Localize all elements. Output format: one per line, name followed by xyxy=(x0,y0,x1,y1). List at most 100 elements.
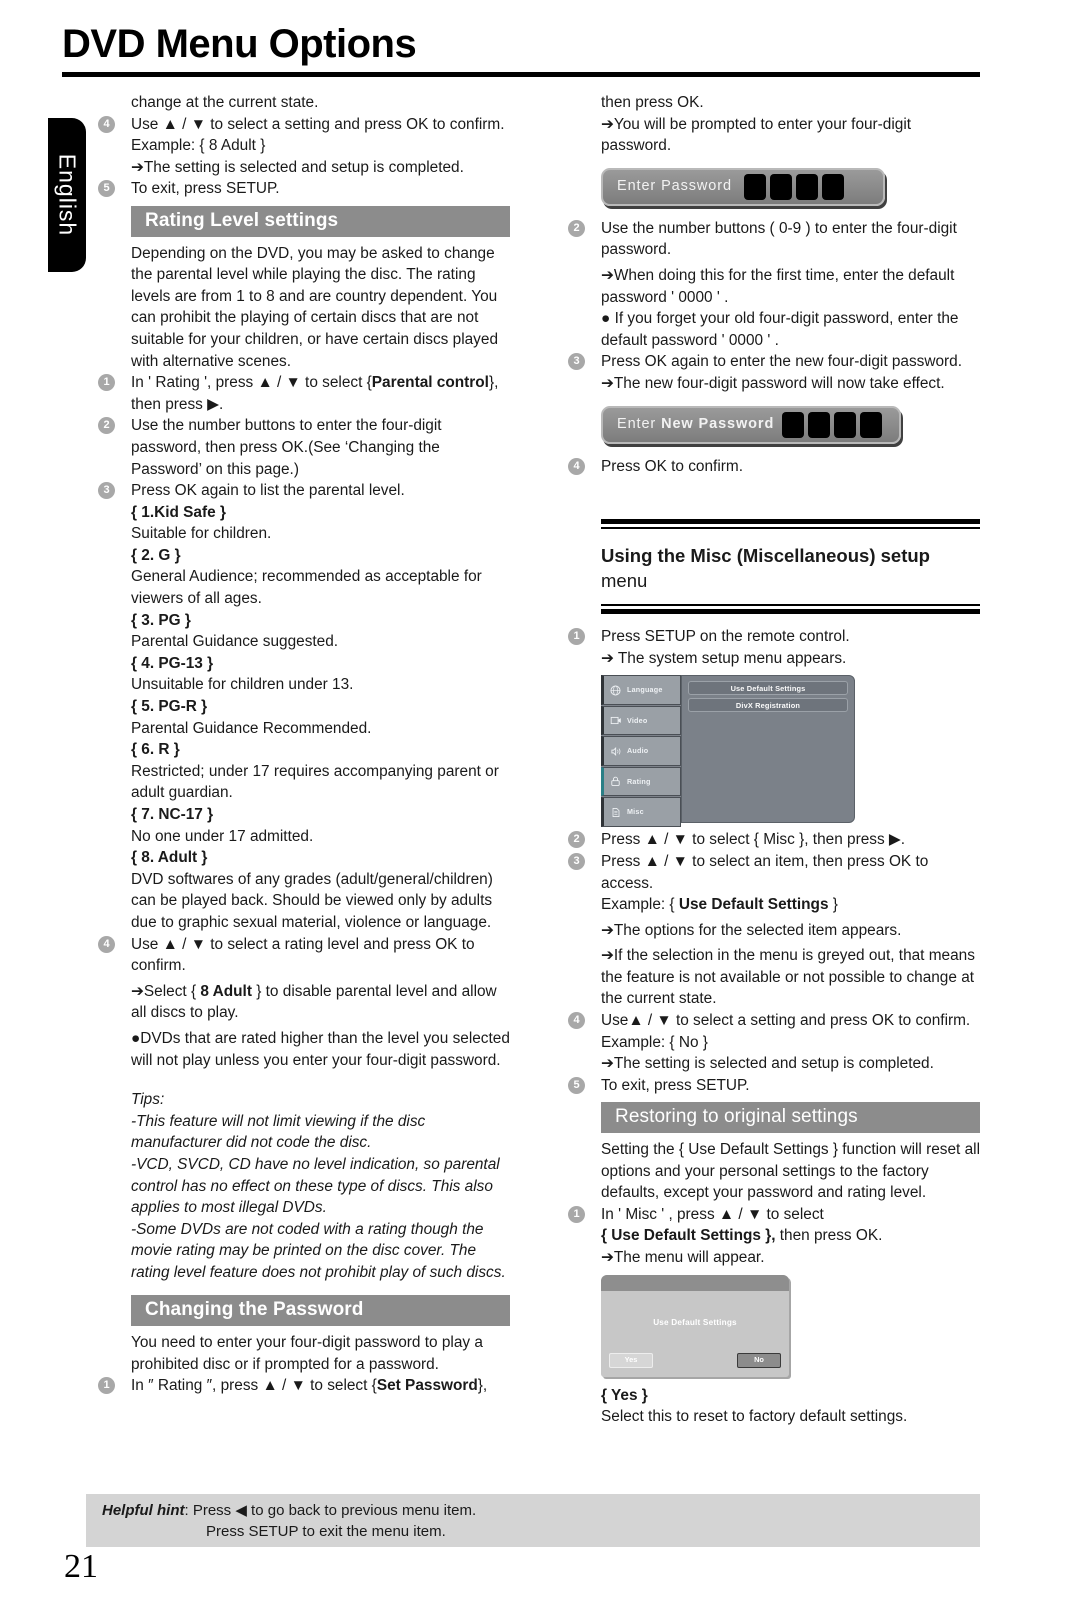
password-step-3: 3 Press OK again to enter the new four-d… xyxy=(568,351,980,373)
dvd-menu-item-misc[interactable]: Misc xyxy=(601,797,681,827)
password-step-2: 2 Use the number buttons ( 0-9 ) to ente… xyxy=(568,218,980,261)
helpful-hint-box: Helpful hint: Press ◀ to go back to prev… xyxy=(86,1494,980,1547)
dvd-menu-option[interactable]: DivX Registration xyxy=(688,698,848,713)
digit-box xyxy=(769,173,792,200)
step-number-3d: 3 xyxy=(568,852,585,870)
right-column: then press OK. ➔You will be prompted to … xyxy=(568,92,980,1428)
rating-level-name: { 8. Adult } xyxy=(131,849,208,867)
rating-step-2-text: Use the number buttons to enter the four… xyxy=(131,417,442,478)
dvd-menu-options-panel: Use Default Settings DivX Registration xyxy=(681,675,855,824)
rating-level-name: { 6. R } xyxy=(131,741,180,759)
digit-box xyxy=(795,173,818,200)
rating-level-description: Restricted; under 17 requires accompanyi… xyxy=(131,762,499,802)
step-5-exit: 5 To exit, press SETUP. xyxy=(98,178,510,200)
misc-step-3-result-1: ➔The options for the selected item appea… xyxy=(601,921,902,939)
enter-new-password-bar: Enter New Password xyxy=(601,405,901,444)
step-4-select-setting: 4 Use ▲ / ▼ to select a setting and pres… xyxy=(98,114,510,136)
dvd-menu-item-video[interactable]: Video xyxy=(601,705,681,736)
misc-step-5-text: To exit, press SETUP. xyxy=(601,1076,750,1094)
title-divider xyxy=(62,72,980,77)
enter-password-bar: Enter Password xyxy=(601,167,885,206)
step-number-1e: 1 xyxy=(568,1205,585,1223)
misc-heading-top-rules xyxy=(601,519,980,530)
misc-step-1-result: ➔ The system setup menu appears. xyxy=(601,649,847,667)
dvd-menu-item-rating[interactable]: Rating xyxy=(601,766,681,797)
right-continued-text: then press OK. xyxy=(601,94,704,111)
dialog-title: Use Default Settings xyxy=(653,1317,737,1327)
rating-step-4-bullet: ●DVDs that are rated higher than the lev… xyxy=(131,1029,510,1069)
misc-step-2: 2 Press ▲ / ▼ to select { Misc }, then p… xyxy=(568,829,980,851)
dvd-menu-option[interactable]: Use Default Settings xyxy=(688,681,848,696)
dvd-setup-menu-screenshot: Language Video Audio Rating Misc Use Default… xyxy=(601,675,855,827)
rating-level-description: Unsuitable for children under 13. xyxy=(131,676,354,694)
misc-step-3: 3 Press ▲ / ▼ to select an item, then pr… xyxy=(568,851,980,894)
rating-step-4-bold: 8 Adult xyxy=(200,982,252,1000)
rating-level-list: { 1.Kid Safe } Suitable for children. { 2.… xyxy=(98,502,510,934)
tip-item: -VCD, SVCD, CD have no level indication,… xyxy=(131,1155,500,1217)
digit-box xyxy=(821,173,844,200)
rating-step-3: 3 Press OK again to list the parental le… xyxy=(98,480,510,502)
dialog-title-bar xyxy=(601,1274,789,1291)
helpful-hint-line-2: Press SETUP to exit the menu item. xyxy=(206,1523,446,1540)
misc-step-4-text: Use▲ / ▼ to select a setting and press O… xyxy=(601,1012,971,1030)
digit-box xyxy=(834,411,857,438)
digit-box xyxy=(808,411,831,438)
step-number-4c: 4 xyxy=(568,457,585,475)
rating-step-4-text: Use ▲ / ▼ to select a rating level and p… xyxy=(131,935,475,975)
dvd-menu-item-audio[interactable]: Audio xyxy=(601,736,681,766)
rating-step-1: 1 In ' Rating ', press ▲ / ▼ to select {… xyxy=(98,372,510,415)
rating-step-1-a: In ' Rating ', press ▲ / ▼ to select { xyxy=(131,374,372,392)
step-number-2: 2 xyxy=(98,417,115,435)
use-default-settings-dialog: Use Default Settings Yes No xyxy=(601,1274,789,1377)
step-number-5: 5 xyxy=(98,180,115,198)
misc-step-5: 5 To exit, press SETUP. xyxy=(568,1075,980,1097)
enter-password-label: Enter Password xyxy=(617,177,732,194)
left-column: change at the current state. 4 Use ▲ / ▼… xyxy=(98,92,510,1397)
helpful-hint-text-1: : Press ◀ to go back to previous menu it… xyxy=(184,1502,477,1519)
dialog-yes-button[interactable]: Yes xyxy=(609,1352,653,1368)
right-continued-result: ➔You will be prompted to enter your four… xyxy=(601,115,912,155)
yes-option-description: Select this to reset to factory default … xyxy=(601,1408,908,1426)
misc-heading-bottom-rules xyxy=(601,604,980,615)
language-tab: English xyxy=(48,118,86,272)
misc-step-1-text: Press SETUP on the remote control. xyxy=(601,628,850,646)
section-band-restoring: Restoring to original settings xyxy=(601,1102,980,1134)
document-icon xyxy=(609,806,622,819)
section-band-rating-level: Rating Level settings xyxy=(131,205,510,237)
tip-item: -Some DVDs are not coded with a rating t… xyxy=(131,1220,506,1281)
password-step-1-a: In ″ Rating ″, press ▲ / ▼ to select { xyxy=(131,1377,377,1395)
dvd-menu-item-label: Language xyxy=(627,685,663,695)
helpful-hint-label: Helpful hint xyxy=(102,1502,185,1519)
enter-new-password-prefix: Enter xyxy=(617,415,662,432)
page-title: DVD Menu Options xyxy=(62,22,417,66)
dvd-menu-item-language[interactable]: Language xyxy=(601,675,681,705)
rating-level-name: { 1.Kid Safe } xyxy=(131,503,226,521)
step-number-1: 1 xyxy=(98,374,115,392)
rating-level-description: Parental Guidance suggested. xyxy=(131,633,339,651)
rating-level-name: { 2. G } xyxy=(131,546,181,564)
enter-new-password-bold: New Password xyxy=(661,415,775,432)
film-icon xyxy=(609,714,622,727)
password-step-3-text: Press OK again to enter the new four-dig… xyxy=(601,353,963,371)
step-number-4: 4 xyxy=(98,115,115,133)
step-number-1d: 1 xyxy=(568,628,585,646)
language-tab-label: English xyxy=(54,153,81,237)
restore-intro: Setting the { Use Default Settings } fun… xyxy=(601,1141,980,1202)
misc-step-4-example: Example: { No } xyxy=(601,1033,708,1051)
password-step-4-text: Press OK to confirm. xyxy=(601,457,743,475)
step-number-5d: 5 xyxy=(568,1076,585,1094)
misc-step-1: 1 Press SETUP on the remote control. xyxy=(568,626,980,648)
dialog-no-button[interactable]: No xyxy=(737,1352,781,1368)
digit-box xyxy=(860,411,883,438)
misc-example-bold: Use Default Settings xyxy=(678,896,829,914)
dvd-menu-sidebar: Language Video Audio Rating Misc xyxy=(601,675,681,827)
continued-text: change at the current state. xyxy=(131,94,319,111)
tip-item: -This feature will not limit viewing if … xyxy=(131,1112,426,1152)
rating-level-name: { 4. PG-13 } xyxy=(131,654,214,672)
section-band-changing-password: Changing the Password xyxy=(131,1295,510,1327)
rating-step-3-text: Press OK again to list the parental leve… xyxy=(131,482,405,500)
misc-step-3-text: Press ▲ / ▼ to select an item, then pres… xyxy=(601,852,929,892)
rating-level-name: { 5. PG-R } xyxy=(131,698,208,716)
step-4-example: Example: { 8 Adult } xyxy=(98,135,510,157)
rating-step-2: 2 Use the number buttons to enter the fo… xyxy=(98,415,510,480)
